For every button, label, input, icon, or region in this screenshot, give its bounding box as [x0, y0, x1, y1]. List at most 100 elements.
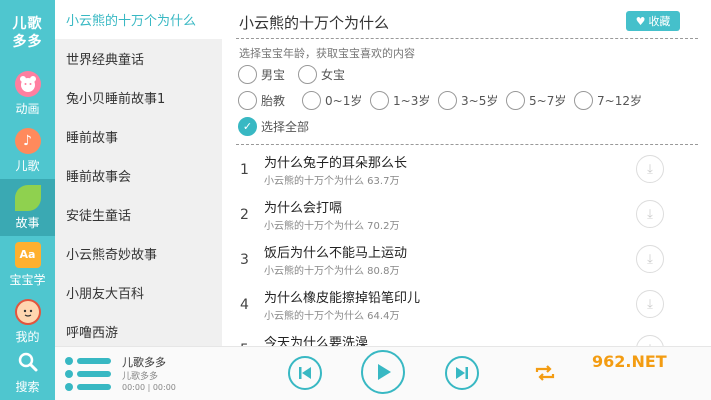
category-item[interactable]: 安徒生童话 — [55, 195, 222, 234]
item-number: 1 — [240, 162, 249, 178]
nav-item-animation[interactable]: 动画 — [0, 65, 55, 122]
download-icon[interactable]: ⤓ — [636, 245, 664, 273]
download-icon[interactable]: ⤓ — [636, 290, 664, 318]
item-subtitle: 小云熊的十万个为什么 63.7万 — [264, 176, 400, 187]
item-number: 4 — [240, 297, 249, 313]
logo-line2: 多多 — [12, 33, 43, 50]
nav-item-stories[interactable]: 故事 — [0, 179, 55, 236]
list-item[interactable]: 4 为什么橡皮能擦掉铅笔印儿 小云熊的十万个为什么 64.4万 ⤓ — [222, 283, 711, 328]
item-title: 为什么橡皮能擦掉铅笔印儿 — [264, 291, 421, 306]
nav-label: 搜索 — [15, 379, 40, 394]
search-icon — [15, 349, 41, 375]
story-panel: 小云熊的十万个为什么 ♥ 收藏 选择宝宝年龄，获取宝宝喜欢的内容 男宝 女宝 胎… — [222, 0, 711, 346]
gender-option-girl[interactable]: 女宝 — [298, 65, 345, 84]
heart-icon: ♥ — [635, 14, 646, 28]
radio-label: 5~7岁 — [529, 94, 567, 108]
item-number: 2 — [240, 207, 249, 223]
item-subtitle: 小云熊的十万个为什么 70.2万 — [264, 221, 400, 232]
category-item[interactable]: 世界经典童话 — [55, 39, 222, 78]
app-logo: 儿歌 多多 — [0, 0, 55, 65]
page-title: 小云熊的十万个为什么 — [239, 14, 390, 32]
radio-label: 7~12岁 — [597, 94, 642, 108]
logo-line1: 儿歌 — [12, 15, 43, 32]
previous-button[interactable] — [288, 356, 322, 390]
radio-circle — [574, 91, 593, 110]
download-icon[interactable]: ⤓ — [636, 335, 664, 346]
next-icon — [456, 367, 468, 379]
nav-label: 动画 — [15, 101, 40, 116]
favorite-button[interactable]: ♥ 收藏 — [626, 11, 680, 31]
age-option[interactable]: 3~5岁 — [438, 91, 498, 110]
category-item[interactable]: 小朋友大百科 — [55, 273, 222, 312]
radio-label: 男宝 — [261, 68, 286, 82]
item-title: 为什么兔子的耳朵那么长 — [264, 156, 408, 171]
repeat-icon[interactable] — [533, 361, 557, 385]
radio-circle — [238, 65, 257, 84]
select-all-option[interactable]: ✓ 选择全部 — [238, 117, 309, 136]
bear-icon — [14, 70, 41, 97]
list-item[interactable]: 3 饭后为什么不能马上运动 小云熊的十万个为什么 80.8万 ⤓ — [222, 238, 711, 283]
play-button[interactable] — [361, 350, 405, 394]
radio-circle — [506, 91, 525, 110]
nav-item-mine[interactable]: 我的 — [0, 293, 55, 350]
category-item[interactable]: 睡前故事会 — [55, 156, 222, 195]
item-number: 3 — [240, 252, 249, 268]
list-item[interactable]: 2 为什么会打嗝 小云熊的十万个为什么 70.2万 ⤓ — [222, 193, 711, 238]
age-option[interactable]: 0~1岁 — [302, 91, 362, 110]
nav-item-songs[interactable]: ♪ 儿歌 — [0, 122, 55, 179]
gender-option-boy[interactable]: 男宝 — [238, 65, 285, 84]
list-item[interactable]: 5 今天为什么要洗澡 ⤓ — [222, 328, 711, 346]
abc-icon: Aa — [14, 241, 41, 268]
item-subtitle: 小云熊的十万个为什么 80.8万 — [264, 266, 400, 277]
song-title: 儿歌多多 — [122, 356, 166, 369]
radio-label: 1~3岁 — [393, 94, 431, 108]
radio-label: 0~1岁 — [325, 94, 363, 108]
radio-circle — [370, 91, 389, 110]
radio-circle — [302, 91, 321, 110]
nav-label: 儿歌 — [15, 158, 40, 173]
age-option[interactable]: 7~12岁 — [574, 91, 642, 110]
radio-label: 女宝 — [321, 68, 346, 82]
playlist-icon[interactable] — [63, 353, 115, 395]
song-time: 00:00 | 00:00 — [122, 383, 176, 392]
previous-icon — [299, 367, 311, 379]
leaf-icon — [14, 184, 41, 211]
age-option[interactable]: 胎教 — [238, 91, 285, 110]
radio-circle — [438, 91, 457, 110]
music-note-icon: ♪ — [14, 127, 41, 154]
nav-item-learn[interactable]: Aa 宝宝学 — [0, 236, 55, 293]
item-title: 饭后为什么不能马上运动 — [264, 246, 408, 261]
radio-circle — [298, 65, 317, 84]
item-title: 为什么会打嗝 — [264, 201, 343, 216]
category-item[interactable]: 小云熊的十万个为什么 — [55, 0, 222, 39]
song-artist: 儿歌多多 — [122, 372, 159, 382]
favorite-label: 收藏 — [648, 15, 671, 28]
age-option[interactable]: 5~7岁 — [506, 91, 566, 110]
watermark: 962.NET — [592, 352, 667, 371]
nav-label: 故事 — [15, 215, 40, 230]
divider — [236, 144, 698, 145]
nav-item-search[interactable]: 搜索 — [0, 343, 55, 400]
nav-label: 我的 — [15, 329, 40, 344]
play-icon — [378, 364, 391, 380]
next-button[interactable] — [445, 356, 479, 390]
divider — [236, 38, 698, 39]
list-item[interactable]: 1 为什么兔子的耳朵那么长 小云熊的十万个为什么 63.7万 ⤓ — [222, 148, 711, 193]
nav-label: 宝宝学 — [9, 272, 46, 287]
category-item[interactable]: 睡前故事 — [55, 117, 222, 156]
radio-circle — [238, 91, 257, 110]
item-subtitle: 小云熊的十万个为什么 64.4万 — [264, 311, 400, 322]
age-hint: 选择宝宝年龄，获取宝宝喜欢的内容 — [239, 47, 415, 60]
age-option[interactable]: 1~3岁 — [370, 91, 430, 110]
radio-label: 3~5岁 — [461, 94, 499, 108]
radio-label: 选择全部 — [261, 120, 310, 134]
check-icon: ✓ — [238, 117, 257, 136]
download-icon[interactable]: ⤓ — [636, 200, 664, 228]
category-item[interactable]: 小云熊奇妙故事 — [55, 234, 222, 273]
category-list: 小云熊的十万个为什么 世界经典童话 兔小贝睡前故事1 睡前故事 睡前故事会 安徒… — [55, 0, 222, 346]
download-icon[interactable]: ⤓ — [636, 155, 664, 183]
category-item[interactable]: 兔小贝睡前故事1 — [55, 78, 222, 117]
category-item[interactable]: 呼噜西游 — [55, 312, 222, 346]
face-icon — [14, 298, 41, 325]
item-title: 今天为什么要洗澡 — [264, 336, 369, 346]
